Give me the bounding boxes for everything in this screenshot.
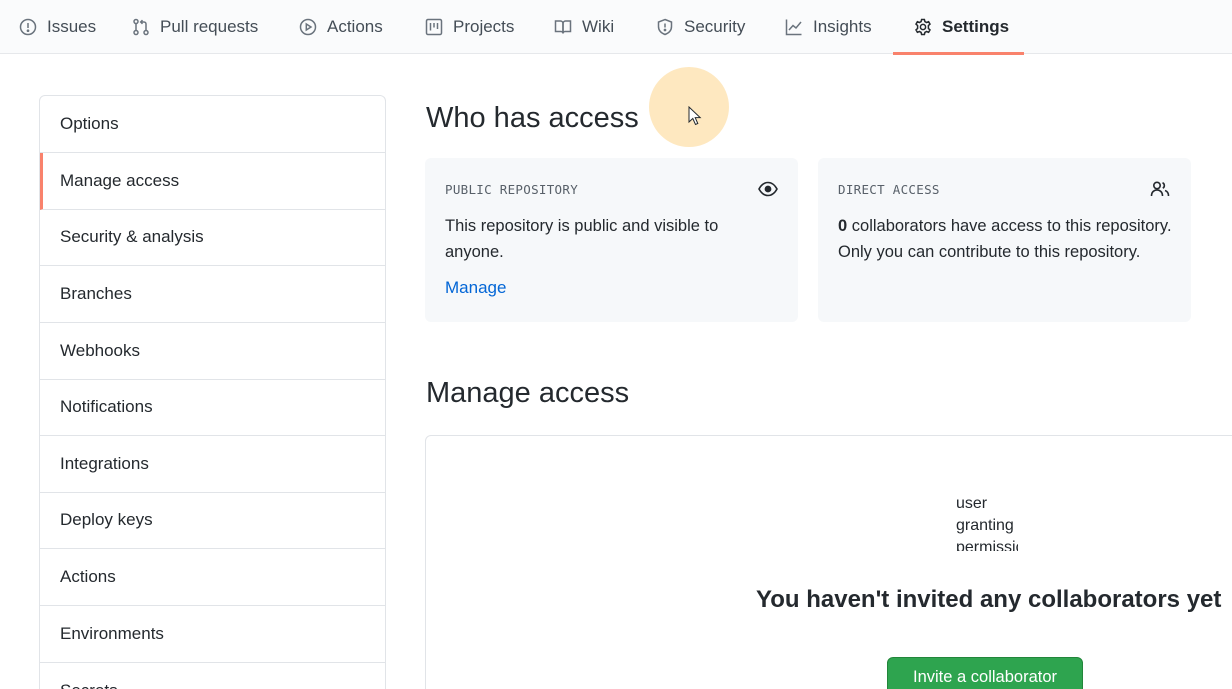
sidebar-item-environments[interactable]: Environments: [40, 606, 385, 663]
tab-label: Actions: [327, 17, 383, 36]
mouse-pointer-icon: [688, 106, 702, 126]
tab-label: Settings: [942, 17, 1010, 36]
sidebar-item-label: Webhooks: [60, 341, 141, 360]
direct-access-card: DIRECT ACCESS 0 collaborators have acces…: [818, 158, 1191, 322]
card-label: PUBLIC REPOSITORY: [445, 182, 579, 197]
empty-state-title: You haven't invited any collaborators ye…: [756, 586, 1222, 613]
tab-label: Wiki: [582, 17, 615, 36]
sidebar-item-label: Secrets: [60, 681, 118, 689]
sidebar-item-label: Actions: [60, 567, 116, 586]
sidebar-item-label: Integrations: [60, 454, 149, 473]
who-has-access-title: Who has access: [426, 102, 639, 134]
tab-label: Projects: [453, 17, 515, 36]
sidebar-item-label: Security & analysis: [60, 227, 204, 246]
sidebar-item-security-analysis[interactable]: Security & analysis: [40, 209, 385, 266]
tab-label: Security: [684, 17, 746, 36]
manage-access-title: Manage access: [426, 377, 630, 409]
settings-sidebar: Options Manage access Security & analysi…: [39, 95, 386, 689]
shield-icon: [655, 17, 675, 37]
public-repository-text: This repository is public and visible to…: [445, 217, 719, 261]
tab-label: Issues: [47, 17, 97, 36]
sidebar-item-integrations[interactable]: Integrations: [40, 436, 385, 493]
direct-access-description: collaborators have access to this reposi…: [838, 217, 1172, 261]
empty-state-image: user granting permissions: [956, 495, 1018, 551]
gear-icon: [913, 17, 933, 37]
sidebar-item-label: Deploy keys: [60, 510, 153, 529]
invite-collaborator-button[interactable]: Invite a collaborator: [887, 657, 1083, 689]
sidebar-item-notifications[interactable]: Notifications: [40, 379, 385, 436]
active-tab-indicator: [893, 52, 1024, 55]
issue-icon: [18, 17, 38, 37]
tab-pull-requests[interactable]: Pull requests: [131, 0, 258, 54]
graph-icon: [784, 17, 804, 37]
tab-insights[interactable]: Insights: [784, 0, 872, 54]
tab-wiki[interactable]: Wiki: [553, 0, 614, 54]
sidebar-item-label: Notifications: [60, 397, 153, 416]
book-icon: [553, 17, 573, 37]
manage-visibility-link[interactable]: Manage: [445, 278, 506, 298]
repo-nav: Issues Pull requests Actions Projects Wi…: [0, 0, 1232, 55]
pull-request-icon: [131, 17, 151, 37]
project-icon: [424, 17, 444, 37]
people-icon: [1149, 178, 1171, 200]
sidebar-item-branches[interactable]: Branches: [40, 266, 385, 323]
collaborator-count: 0: [838, 217, 848, 235]
tab-actions[interactable]: Actions: [298, 0, 383, 54]
sidebar-item-label: Options: [60, 114, 119, 133]
sidebar-item-manage-access[interactable]: Manage access: [40, 153, 385, 210]
card-label: DIRECT ACCESS: [838, 182, 940, 197]
tab-security[interactable]: Security: [655, 0, 745, 54]
sidebar-item-deploy-keys[interactable]: Deploy keys: [40, 492, 385, 549]
tab-settings[interactable]: Settings: [913, 0, 1009, 54]
sidebar-item-options[interactable]: Options: [40, 96, 385, 153]
sidebar-item-label: Branches: [60, 284, 132, 303]
sidebar-item-label: Manage access: [60, 171, 180, 190]
direct-access-text: 0 collaborators have access to this repo…: [838, 213, 1173, 265]
manage-access-box: user granting permissions You haven't in…: [425, 435, 1232, 689]
sidebar-item-actions[interactable]: Actions: [40, 549, 385, 606]
public-repository-card: PUBLIC REPOSITORY This repository is pub…: [425, 158, 798, 322]
eye-icon: [757, 178, 779, 200]
sidebar-item-secrets[interactable]: Secrets: [40, 662, 385, 689]
tab-label: Pull requests: [160, 17, 259, 36]
tab-issues[interactable]: Issues: [18, 0, 96, 54]
play-icon: [298, 17, 318, 37]
tab-projects[interactable]: Projects: [424, 0, 514, 54]
sidebar-item-label: Environments: [60, 624, 164, 643]
sidebar-item-webhooks[interactable]: Webhooks: [40, 323, 385, 380]
tab-label: Insights: [813, 17, 872, 36]
